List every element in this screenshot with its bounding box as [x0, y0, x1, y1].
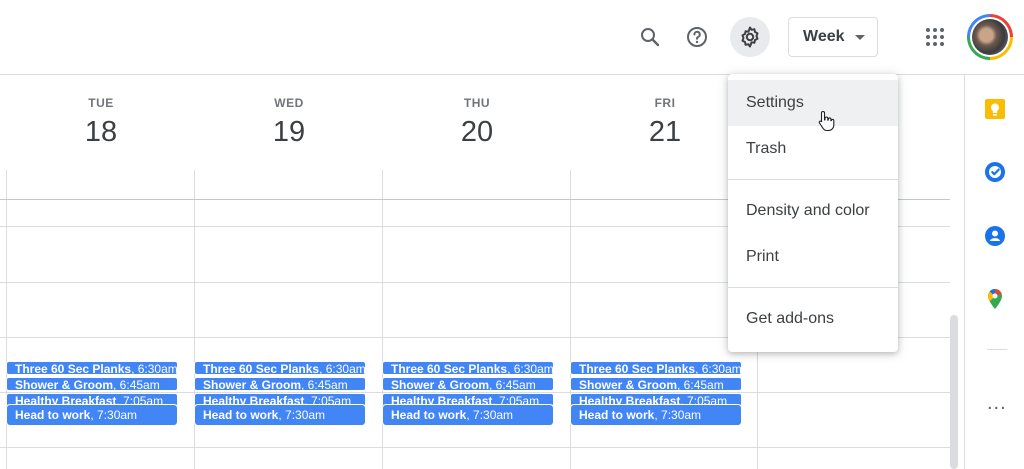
- menu-divider: [728, 287, 898, 288]
- maps-icon[interactable]: [983, 287, 1007, 311]
- side-panel: ...: [964, 75, 1024, 469]
- event[interactable]: Head to work, 7:30am: [570, 404, 742, 426]
- menu-item-get-add-ons[interactable]: Get add-ons: [728, 296, 898, 342]
- event[interactable]: Shower & Groom, 6:45am: [570, 377, 742, 391]
- top-bar: Week: [0, 0, 1024, 75]
- day-of-week: TUE: [88, 96, 114, 110]
- event[interactable]: Three 60 Sec Planks, 6:30am: [194, 361, 366, 375]
- tasks-icon[interactable]: [983, 160, 1007, 184]
- avatar-photo: [972, 19, 1008, 55]
- menu-item-trash[interactable]: Trash: [728, 126, 898, 172]
- avatar[interactable]: [967, 14, 1013, 60]
- event[interactable]: Shower & Groom, 6:45am: [194, 377, 366, 391]
- day-header-wed[interactable]: WED 19: [195, 75, 383, 149]
- date-number[interactable]: 20: [383, 116, 571, 149]
- help-icon[interactable]: [677, 17, 717, 57]
- apps-grid-icon[interactable]: [915, 17, 955, 57]
- keep-icon[interactable]: [983, 97, 1007, 121]
- settings-menu: Settings Trash Density and color Print G…: [728, 74, 898, 352]
- scrollbar-thumb[interactable]: [950, 315, 958, 469]
- view-select-label: Week: [803, 28, 845, 45]
- event[interactable]: Three 60 Sec Planks, 6:30am: [382, 361, 554, 375]
- event[interactable]: Head to work, 7:30am: [382, 404, 554, 426]
- search-icon[interactable]: [630, 17, 670, 57]
- date-number[interactable]: 19: [195, 116, 383, 149]
- more-icon[interactable]: ...: [987, 393, 1007, 413]
- day-of-week: THU: [463, 96, 491, 110]
- view-select[interactable]: Week: [788, 17, 878, 57]
- menu-item-print[interactable]: Print: [728, 234, 898, 280]
- event[interactable]: Shower & Groom, 6:45am: [382, 377, 554, 391]
- menu-item-density-and-color[interactable]: Density and color: [728, 188, 898, 234]
- gear-icon[interactable]: [730, 17, 770, 57]
- event[interactable]: Head to work, 7:30am: [194, 404, 366, 426]
- event[interactable]: Shower & Groom, 6:45am: [6, 377, 178, 391]
- event[interactable]: Head to work, 7:30am: [6, 404, 178, 426]
- event[interactable]: Three 60 Sec Planks, 6:30am: [570, 361, 742, 375]
- contacts-icon[interactable]: [983, 224, 1007, 248]
- day-of-week: WED: [274, 96, 304, 110]
- hand-cursor-icon: [817, 110, 837, 132]
- hour-line: [0, 447, 950, 448]
- event[interactable]: Three 60 Sec Planks, 6:30am: [6, 361, 178, 375]
- menu-item-settings[interactable]: Settings: [728, 80, 898, 126]
- side-panel-divider: [987, 349, 1007, 350]
- day-header-tue[interactable]: TUE 18: [7, 75, 195, 149]
- day-header-thu[interactable]: THU 20: [383, 75, 571, 149]
- caret-down-icon: [855, 35, 865, 40]
- menu-divider: [728, 179, 898, 180]
- date-number[interactable]: 18: [7, 116, 195, 149]
